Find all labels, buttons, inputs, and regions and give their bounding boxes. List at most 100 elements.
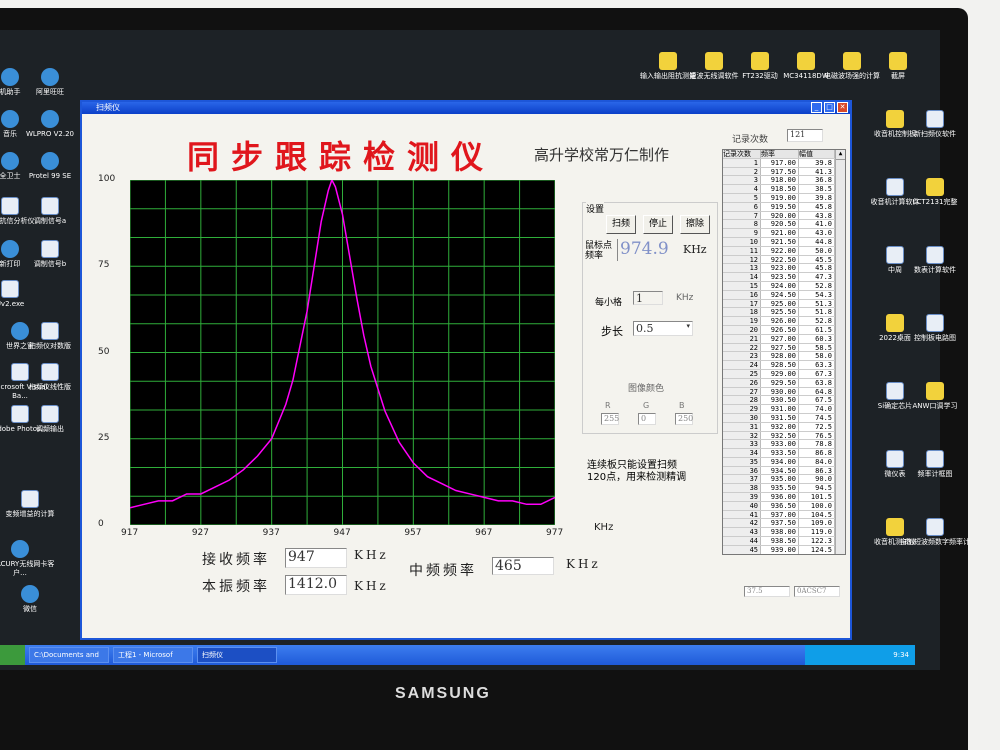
table-row[interactable]: 6 919.50 45.8 — [723, 202, 845, 212]
g-input[interactable]: 0 — [638, 413, 656, 425]
table-scrollbar[interactable]: ▲ — [835, 150, 845, 554]
desktop-icon[interactable]: Uv2.exe — [0, 280, 45, 309]
table-cell: 38.5 — [799, 185, 835, 193]
scan-button[interactable]: 扫频 — [606, 215, 636, 234]
table-row[interactable]: 24 928.50 63.3 — [723, 361, 845, 370]
close-button[interactable]: ✕ — [837, 102, 848, 113]
table-row[interactable]: 42 937.50 109.0 — [723, 519, 845, 529]
table-row[interactable]: 27 930.00 64.8 — [723, 387, 845, 397]
lo-freq-input[interactable]: 1412.0 — [285, 575, 347, 595]
table-row[interactable]: 15 924.00 52.8 — [723, 281, 845, 291]
file-icon — [926, 246, 944, 264]
table-row[interactable]: 20 926.50 61.5 — [723, 325, 845, 335]
table-row[interactable]: 12 922.50 45.5 — [723, 255, 845, 265]
clear-button[interactable]: 擦除 — [680, 215, 710, 234]
desktop-icon-label: 自制短波频数字频率计 — [900, 538, 970, 546]
table-row[interactable]: 33 933.00 78.8 — [723, 440, 845, 450]
desktop-icon[interactable]: 调频输出 — [15, 405, 85, 434]
table-row[interactable]: 4 918.50 38.5 — [723, 185, 845, 194]
scroll-up-icon[interactable]: ▲ — [836, 150, 845, 160]
table-row[interactable]: 1 917.00 39.8 — [723, 158, 845, 168]
table-row[interactable]: 25 929.00 67.3 — [723, 369, 845, 379]
desktop-icon[interactable]: 控制板电路图 — [900, 314, 970, 343]
column-header[interactable]: 记录次数 — [723, 150, 761, 158]
table-row[interactable]: 41 937.00 104.5 — [723, 510, 845, 520]
desktop-icon[interactable]: MERCURY无线网卡客户... — [0, 540, 55, 578]
table-row[interactable]: 31 932.00 72.5 — [723, 422, 845, 432]
table-row[interactable]: 23 928.00 58.0 — [723, 352, 845, 362]
desktop-icon[interactable]: Protel 99 SE — [15, 152, 85, 181]
table-row[interactable]: 36 934.50 86.3 — [723, 466, 845, 476]
desktop-icon[interactable]: 新扫频仪软件 — [900, 110, 970, 139]
desktop-icon[interactable]: 频率计框图 — [900, 450, 970, 479]
table-row[interactable]: 38 935.50 94.5 — [723, 484, 845, 494]
task-vb[interactable]: 工程1 - Microsof — [113, 647, 193, 663]
r-input[interactable]: 255 — [601, 413, 619, 425]
title-bar[interactable]: 扫频仪 _ □ ✕ — [82, 102, 850, 114]
table-row[interactable]: 37 935.00 90.0 — [723, 475, 845, 485]
table-row[interactable]: 2 917.50 41.3 — [723, 167, 845, 177]
table-row[interactable]: 8 920.50 41.0 — [723, 220, 845, 230]
desktop-icon[interactable]: 数表计算软件 — [900, 246, 970, 275]
table-row[interactable]: 29 931.00 74.0 — [723, 405, 845, 414]
task-explorer[interactable]: C:\Documents and — [29, 647, 109, 663]
table-row[interactable]: 17 925.00 51.3 — [723, 299, 845, 309]
table-row[interactable]: 5 919.00 39.8 — [723, 193, 845, 203]
desktop-icon[interactable]: LCT2131完整 — [900, 178, 970, 207]
desktop-icon[interactable]: 调制信号b — [15, 240, 85, 269]
table-row[interactable]: 40 936.50 100.0 — [723, 501, 845, 511]
column-header[interactable]: 频率 — [761, 150, 799, 158]
desktop-icon[interactable]: WLPRO V2.20 — [15, 110, 85, 139]
desktop-icon[interactable]: 阿里旺旺 — [15, 68, 85, 97]
maximize-button[interactable]: □ — [824, 102, 835, 113]
table-row[interactable]: 26 929.50 63.8 — [723, 378, 845, 388]
table-row[interactable]: 9 921.00 43.0 — [723, 229, 845, 238]
table-row[interactable]: 45 939.00 124.5 — [723, 545, 845, 554]
desktop-icon[interactable]: 自制短波频数字频率计 — [900, 518, 970, 547]
table-row[interactable]: 18 925.50 51.8 — [723, 308, 845, 318]
table-row[interactable]: 14 923.50 47.3 — [723, 273, 845, 282]
task-sweep[interactable]: 扫频仪 — [197, 647, 277, 663]
desktop-icon-label: Uv2.exe — [0, 300, 25, 308]
table-row[interactable]: 10 921.50 44.8 — [723, 237, 845, 247]
sweep-chart[interactable] — [130, 180, 555, 525]
per-div-input[interactable]: 1 — [633, 291, 663, 305]
table-row[interactable]: 30 931.50 74.5 — [723, 413, 845, 423]
table-row[interactable]: 21 927.00 60.3 — [723, 334, 845, 344]
file-icon — [926, 518, 944, 536]
table-row[interactable]: 32 932.50 76.5 — [723, 431, 845, 441]
desktop-icon[interactable]: 扫频仪对数版 — [15, 322, 85, 351]
desktop-icon[interactable]: 调制信号a — [15, 197, 85, 226]
desktop-icon[interactable]: 截屏 — [863, 52, 933, 81]
note-text: 连续板只能设置扫频 120点，用来检测精调 — [587, 460, 686, 484]
table-row[interactable]: 34 933.50 86.8 — [723, 449, 845, 458]
table-row[interactable]: 3 918.00 36.8 — [723, 176, 845, 186]
start-button[interactable] — [0, 645, 25, 665]
table-row[interactable]: 11 922.00 50.0 — [723, 246, 845, 256]
desktop-icon[interactable]: 变频增益的计算 — [0, 490, 65, 519]
table-row[interactable]: 44 938.50 122.3 — [723, 537, 845, 546]
table-row[interactable]: 28 930.50 67.5 — [723, 396, 845, 406]
record-count-input[interactable]: 121 — [787, 129, 823, 142]
desktop-icon[interactable]: 扫频仪线性版 — [15, 363, 85, 392]
table-row[interactable]: 13 923.00 45.8 — [723, 264, 845, 274]
table-row[interactable]: 7 920.00 43.8 — [723, 211, 845, 221]
column-header[interactable]: 幅值 — [799, 150, 835, 158]
table-row[interactable]: 16 924.50 54.3 — [723, 290, 845, 300]
step-select[interactable]: 0.5 ▾ — [633, 321, 693, 336]
desktop-icon[interactable]: ANW口调学习 — [900, 382, 970, 411]
file-icon — [11, 540, 29, 558]
minimize-button[interactable]: _ — [811, 102, 822, 113]
table-row[interactable]: 22 927.50 58.5 — [723, 343, 845, 353]
desktop-icon[interactable]: 微信 — [0, 585, 65, 614]
table-row[interactable]: 43 938.00 119.0 — [723, 528, 845, 538]
b-input[interactable]: 250 — [675, 413, 693, 425]
stop-button[interactable]: 停止 — [643, 215, 673, 234]
file-icon — [41, 68, 59, 86]
if-freq-input[interactable]: 465 — [492, 557, 554, 575]
rx-freq-input[interactable]: 947 — [285, 548, 347, 568]
table-cell: 21 — [723, 334, 761, 343]
table-row[interactable]: 39 936.00 101.5 — [723, 493, 845, 502]
table-row[interactable]: 19 926.00 52.8 — [723, 317, 845, 326]
table-row[interactable]: 35 934.00 84.0 — [723, 457, 845, 467]
